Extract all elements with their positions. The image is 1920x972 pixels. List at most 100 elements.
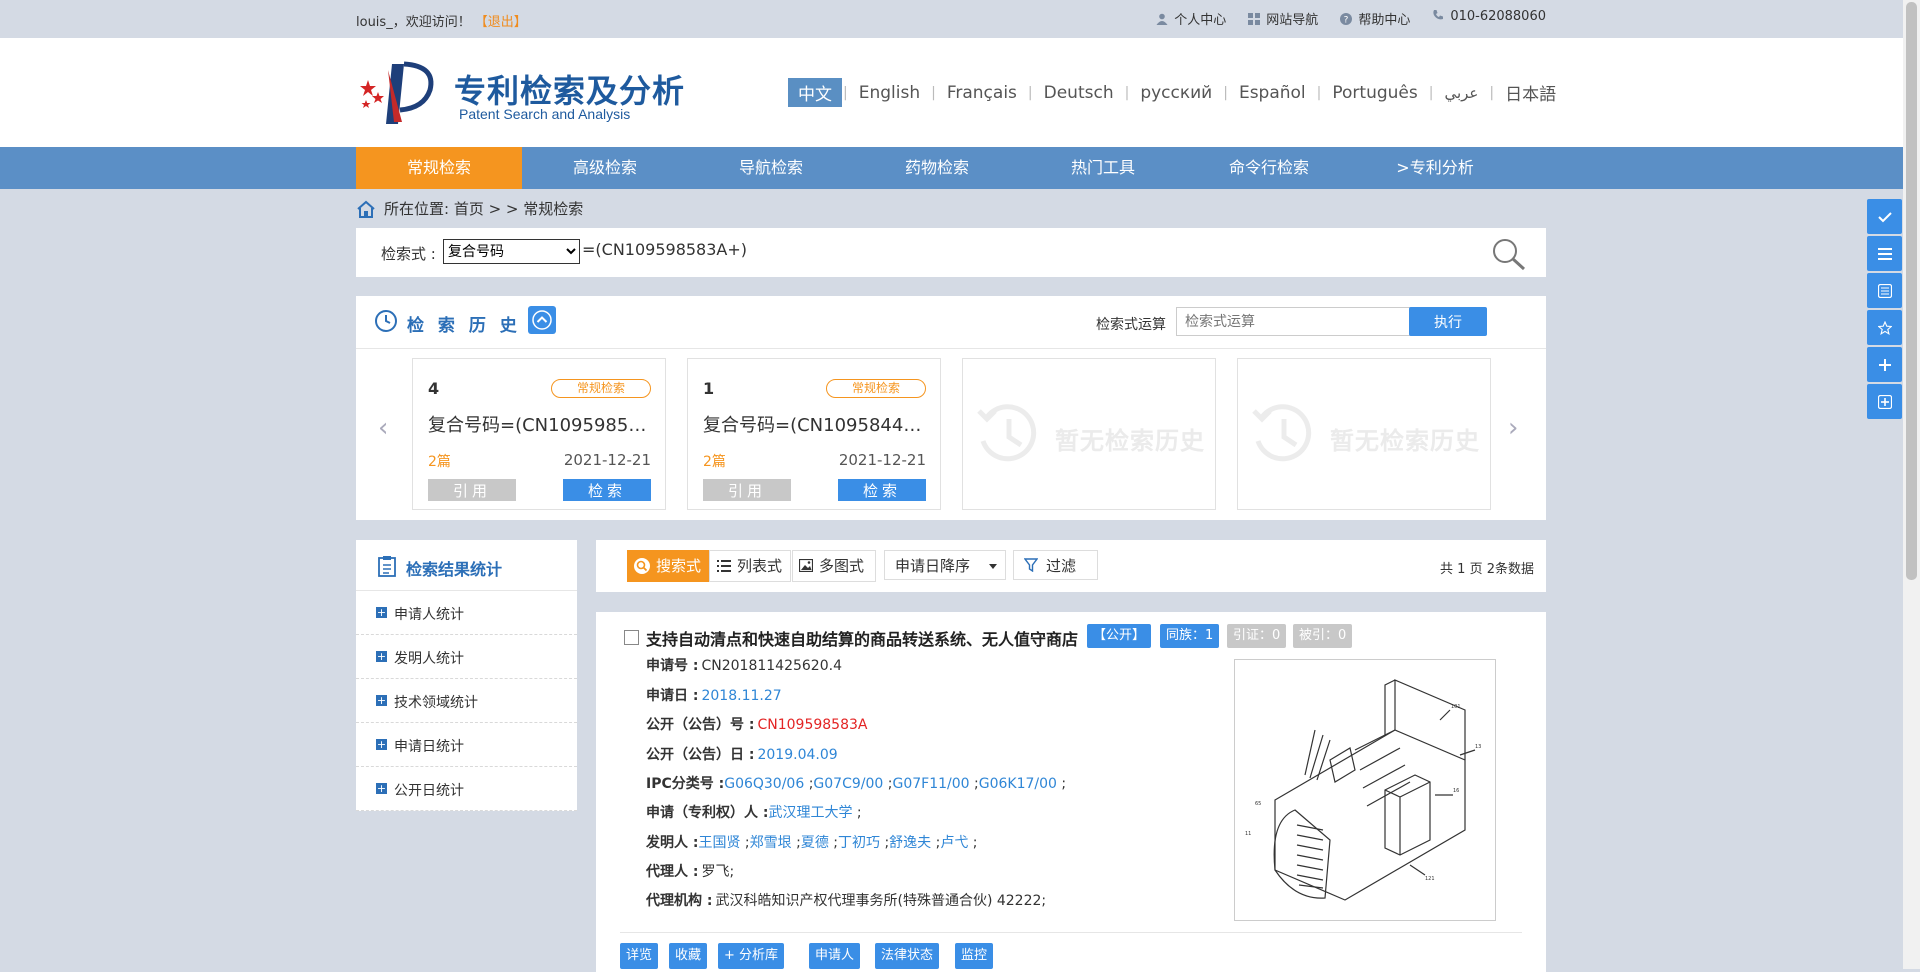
lang-ja[interactable]: 日本語: [1495, 78, 1566, 107]
add-button[interactable]: [1867, 347, 1902, 382]
pub-no-field: 公开（公告）号 : CN109598583A: [646, 714, 867, 734]
plus-square-icon: [1877, 394, 1892, 410]
lang-es[interactable]: Español: [1229, 81, 1316, 105]
pub-date-link[interactable]: 2019.04.09: [757, 747, 837, 763]
menu-button[interactable]: [1867, 236, 1902, 271]
agency-value: 武汉科皓知识产权代理事务所(特殊普通合伙) 42222;: [715, 893, 1047, 909]
view-list-button[interactable]: 列表式: [709, 550, 791, 582]
help-center-link[interactable]: ? 帮助中心: [1340, 9, 1410, 28]
history-card-count[interactable]: 2篇: [703, 451, 726, 471]
agent-value: 罗飞;: [701, 864, 735, 880]
stats-item-pub-date[interactable]: + 公开日统计: [356, 767, 577, 811]
inventor-link[interactable]: 夏德: [801, 835, 829, 851]
lang-en[interactable]: English: [849, 81, 930, 105]
personal-center-link[interactable]: 个人中心: [1156, 9, 1226, 28]
image-icon: [799, 559, 813, 572]
stats-item-app-date[interactable]: + 申请日统计: [356, 723, 577, 767]
expand-plus-icon: +: [376, 694, 387, 707]
view-multi-image-label: 多图式: [819, 557, 865, 575]
agent-field: 代理人 : 罗飞;: [646, 861, 734, 881]
inventor-link[interactable]: 郑雪垠: [750, 835, 792, 851]
cite-badge[interactable]: 引证：0: [1227, 624, 1287, 648]
result-checkbox[interactable]: [624, 630, 639, 645]
ipc-link[interactable]: G07C9/00: [813, 776, 883, 792]
family-badge[interactable]: 同族：1: [1160, 624, 1220, 648]
history-card: 1 常规检索 复合号码=(CN109584461A+) 2篇 2021-12-2…: [687, 358, 941, 510]
stats-item-inventor[interactable]: + 发明人统计: [356, 635, 577, 679]
history-search-button[interactable]: 检索: [563, 479, 651, 501]
lang-ar[interactable]: عربي: [1434, 82, 1488, 104]
legal-status-button[interactable]: 法律状态: [875, 943, 940, 969]
notes-button[interactable]: [1867, 273, 1902, 308]
inventor-link[interactable]: 王国贤: [698, 835, 740, 851]
collapse-toggle-button[interactable]: [528, 306, 556, 334]
add-analysis-button[interactable]: + 分析库: [718, 943, 785, 969]
ipc-link[interactable]: G06K17/00: [979, 776, 1057, 792]
logout-link[interactable]: 【退出】: [475, 15, 527, 30]
ipc-link[interactable]: G06Q30/06: [724, 776, 804, 792]
svg-text:11: 11: [1245, 831, 1251, 837]
inventor-link[interactable]: 卢弋: [940, 835, 968, 851]
result-title[interactable]: 支持自动清点和快速自助结算的商品转送系统、无人值守商店: [646, 626, 1078, 650]
history-prev-arrow[interactable]: ‹: [378, 413, 388, 443]
lang-ru[interactable]: русский: [1130, 81, 1222, 105]
nav-hot-tools[interactable]: 热门工具: [1020, 147, 1186, 189]
filter-button[interactable]: 过滤: [1013, 550, 1098, 580]
nav-drug-search[interactable]: 药物检索: [854, 147, 1020, 189]
nav-navigation-search[interactable]: 导航检索: [688, 147, 854, 189]
site-subtitle: Patent Search and Analysis: [459, 106, 631, 122]
nav-patent-analysis[interactable]: >专利分析: [1352, 147, 1518, 189]
expression-op-input[interactable]: [1176, 307, 1418, 336]
add-box-button[interactable]: [1867, 384, 1902, 419]
cite-button[interactable]: 引用: [703, 479, 791, 501]
applicant-button[interactable]: 申请人: [809, 943, 861, 969]
history-card-count[interactable]: 2篇: [428, 451, 451, 471]
view-multi-image-button[interactable]: 多图式: [792, 550, 876, 582]
lang-pt[interactable]: Português: [1322, 81, 1427, 105]
site-logo-icon[interactable]: [358, 60, 438, 124]
inventor-link[interactable]: 丁初巧: [838, 835, 880, 851]
pub-no-label: 公开（公告）号 :: [646, 717, 755, 733]
nav-command-search[interactable]: 命令行检索: [1186, 147, 1352, 189]
applicant-link[interactable]: 武汉理工大学: [768, 805, 852, 821]
cite-button[interactable]: 引用: [428, 479, 516, 501]
execute-button[interactable]: 执行: [1409, 307, 1487, 336]
stats-item-applicant[interactable]: + 申请人统计: [356, 591, 577, 635]
ipc-link[interactable]: G07F11/00: [892, 776, 969, 792]
star-button[interactable]: [1867, 310, 1902, 345]
monitor-button[interactable]: 监控: [955, 943, 994, 969]
inventor-link[interactable]: 舒逸夫: [889, 835, 931, 851]
history-clock-icon: [1252, 404, 1312, 462]
lang-de[interactable]: Deutsch: [1034, 81, 1124, 105]
history-next-arrow[interactable]: ›: [1508, 413, 1518, 443]
page-scrollbar[interactable]: [1903, 0, 1920, 969]
search-icon[interactable]: [1490, 236, 1528, 272]
breadcrumb-text: 所在位置: 首页 > > 常规检索: [384, 200, 584, 218]
view-search-button[interactable]: 搜索式: [627, 550, 711, 582]
favorite-button[interactable]: 收藏: [669, 943, 708, 969]
view-search-label: 搜索式: [656, 557, 702, 575]
lang-fr[interactable]: Français: [937, 81, 1027, 105]
pub-date-label: 公开（公告）日 :: [646, 747, 755, 763]
patent-drawing-thumbnail[interactable]: 101 13 16 65 11 121: [1234, 659, 1496, 921]
agency-field: 代理机构 : 武汉科皓知识产权代理事务所(特殊普通合伙) 42222;: [646, 890, 1046, 910]
field-select[interactable]: 复合号码: [443, 239, 580, 264]
nav-advanced-search[interactable]: 高级检索: [522, 147, 688, 189]
scrollbar-thumb[interactable]: [1906, 2, 1917, 580]
sort-dropdown[interactable]: 申请日降序: [884, 550, 1006, 580]
expression-value[interactable]: =(CN109598583A+): [582, 240, 747, 259]
view-list-label: 列表式: [737, 557, 783, 575]
cited-badge[interactable]: 被引：0: [1293, 624, 1353, 648]
history-search-button[interactable]: 检索: [838, 479, 926, 501]
site-nav-link[interactable]: 网站导航: [1248, 9, 1318, 28]
app-date-link[interactable]: 2018.11.27: [701, 688, 781, 704]
breadcrumb: 所在位置: 首页 > > 常规检索: [356, 198, 583, 219]
stats-item-tech-field[interactable]: + 技术领域统计: [356, 679, 577, 723]
personal-center-label: 个人中心: [1174, 13, 1227, 28]
check-button[interactable]: [1867, 199, 1902, 234]
nav-regular-search[interactable]: 常规检索: [356, 147, 522, 189]
history-card-query: 复合号码=(CN109584461A+): [703, 415, 928, 436]
detail-button[interactable]: 详览: [620, 943, 659, 969]
lang-zh[interactable]: 中文: [788, 78, 842, 107]
search-history-panel: 检 索 历 史 检索式运算 执行 ‹ › 4 常规检索 复合号码=(CN1095…: [356, 296, 1546, 520]
